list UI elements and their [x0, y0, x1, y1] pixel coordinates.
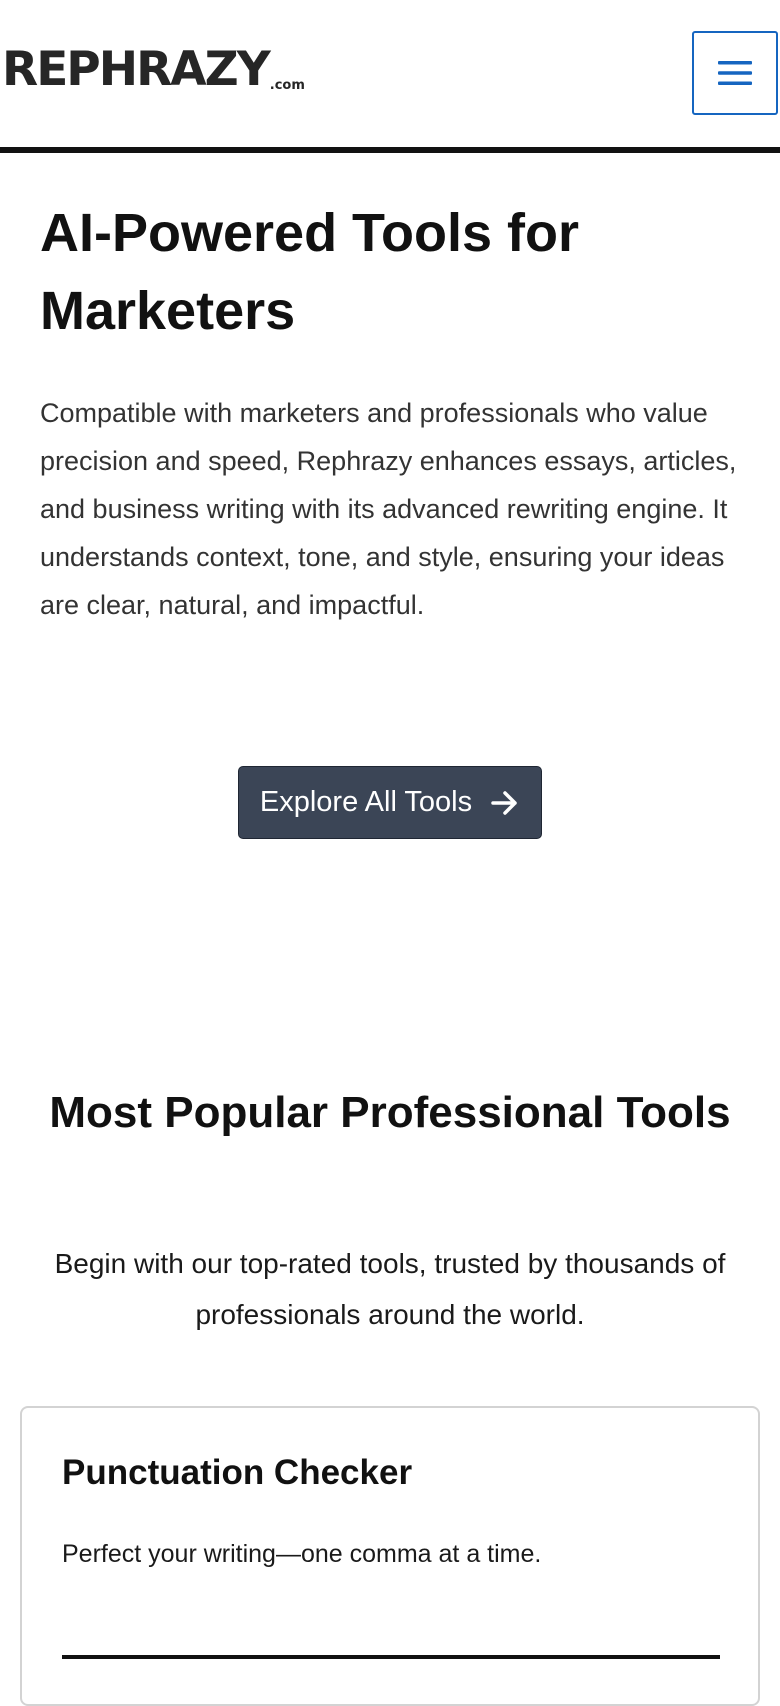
hamburger-menu-icon: [718, 61, 752, 85]
site-header: REPHRAZY .com: [0, 0, 780, 147]
hero-description: Compatible with marketers and profession…: [40, 398, 737, 620]
logo-domain-suffix: .com: [269, 78, 305, 93]
tool-card-title: Punctuation Checker: [62, 1453, 413, 1492]
site-logo[interactable]: REPHRAZY .com: [2, 46, 305, 93]
popular-tools-title: Most Popular Professional Tools: [49, 1088, 731, 1137]
header-divider: [0, 147, 780, 153]
popular-tools-subtitle: Begin with our top-rated tools, trusted …: [54, 1248, 726, 1330]
tool-card[interactable]: Punctuation Checker Perfect your writing…: [20, 1406, 760, 1706]
tool-card-description: Perfect your writing—one comma at a time…: [62, 1540, 542, 1568]
tool-card-divider: [62, 1655, 720, 1659]
explore-all-tools-button[interactable]: Explore All Tools: [238, 766, 542, 839]
hero-title: AI-Powered Tools for Marketers: [40, 203, 580, 341]
menu-toggle-button[interactable]: [692, 31, 778, 115]
arrow-right-icon: [491, 790, 517, 815]
logo-wordmark: REPHRAZY: [2, 42, 271, 97]
explore-all-tools-label: Explore All Tools: [259, 786, 473, 818]
